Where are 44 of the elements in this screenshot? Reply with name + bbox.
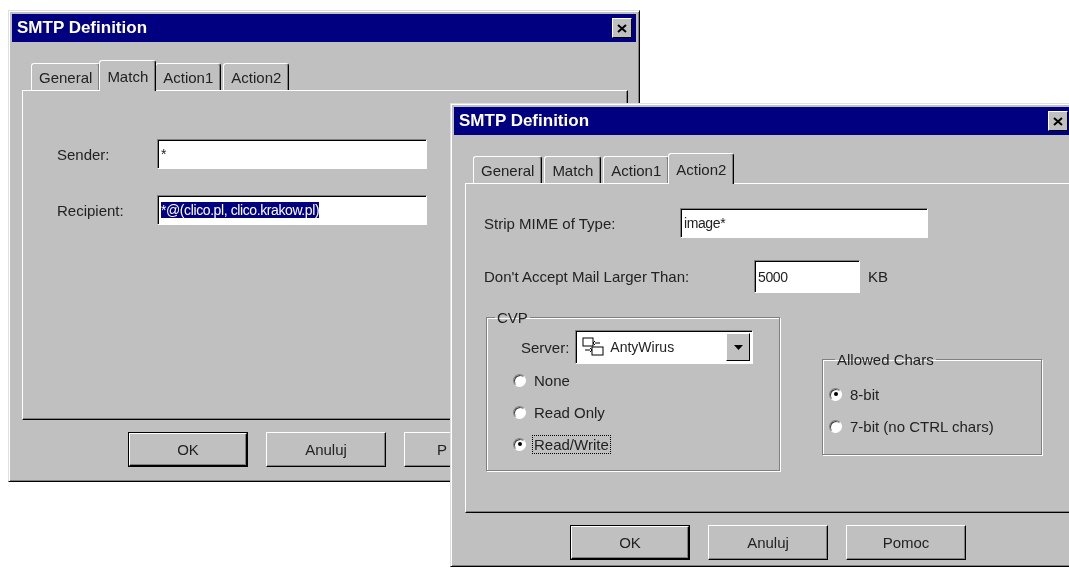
server-dropdown[interactable]: AntyWirus xyxy=(575,330,754,364)
dialog-button[interactable]: OK xyxy=(570,525,690,560)
field-label: Strip MIME of Type: xyxy=(484,214,617,232)
tab[interactable]: Match xyxy=(99,60,157,91)
tab[interactable]: Action2 xyxy=(668,153,735,184)
field-value: image* xyxy=(684,215,726,231)
tab[interactable]: Action1 xyxy=(155,63,222,90)
field-label: Don't Accept Mail Larger Than: xyxy=(484,268,691,285)
unit-label: KB xyxy=(868,268,888,285)
text-field[interactable]: *@(clico.pl, clico.krakow.pl) xyxy=(157,195,427,225)
close-button[interactable] xyxy=(1048,111,1068,131)
option-label[interactable]: None xyxy=(532,370,572,390)
dialog-button[interactable]: OK xyxy=(128,432,248,467)
text-field[interactable]: 5000 xyxy=(754,260,860,293)
option-label[interactable]: Read Only xyxy=(532,402,607,422)
field-label: Server: xyxy=(521,338,570,356)
group-title: Allowed Chars xyxy=(836,351,935,368)
field-label: Recipient: xyxy=(57,201,125,219)
field-value: *@(clico.pl, clico.krakow.pl) xyxy=(161,202,320,218)
option-label[interactable]: 8-bit xyxy=(848,384,882,404)
field-value: 5000 xyxy=(758,268,788,285)
option-label[interactable]: 7-bit (no CTRL chars) xyxy=(848,416,996,436)
tab[interactable]: Action1 xyxy=(603,156,670,183)
radio-button[interactable] xyxy=(513,373,526,387)
dialog-button[interactable]: Pomoc xyxy=(846,525,966,560)
tab[interactable]: General xyxy=(31,63,101,90)
window-title: SMTP Definition xyxy=(459,111,589,131)
tab[interactable]: Action2 xyxy=(223,63,290,90)
tab[interactable]: Match xyxy=(544,156,602,183)
dialog-button[interactable]: Anuluj xyxy=(266,432,386,467)
dialog-button[interactable]: Anuluj xyxy=(708,525,828,560)
dropdown-value: AntyWirus xyxy=(610,339,675,355)
tab[interactable]: General xyxy=(473,156,543,183)
computers-icon xyxy=(582,337,605,357)
close-icon xyxy=(1053,116,1063,126)
field-value: * xyxy=(161,146,167,162)
group-title: CVP xyxy=(496,309,529,326)
text-field[interactable]: image* xyxy=(680,208,928,238)
close-button[interactable] xyxy=(612,18,632,38)
close-icon xyxy=(617,23,627,33)
text-field[interactable]: * xyxy=(157,139,427,169)
field-label: Sender: xyxy=(57,145,111,163)
window-title: SMTP Definition xyxy=(17,18,147,38)
option-label[interactable]: Read/Write xyxy=(532,434,611,454)
